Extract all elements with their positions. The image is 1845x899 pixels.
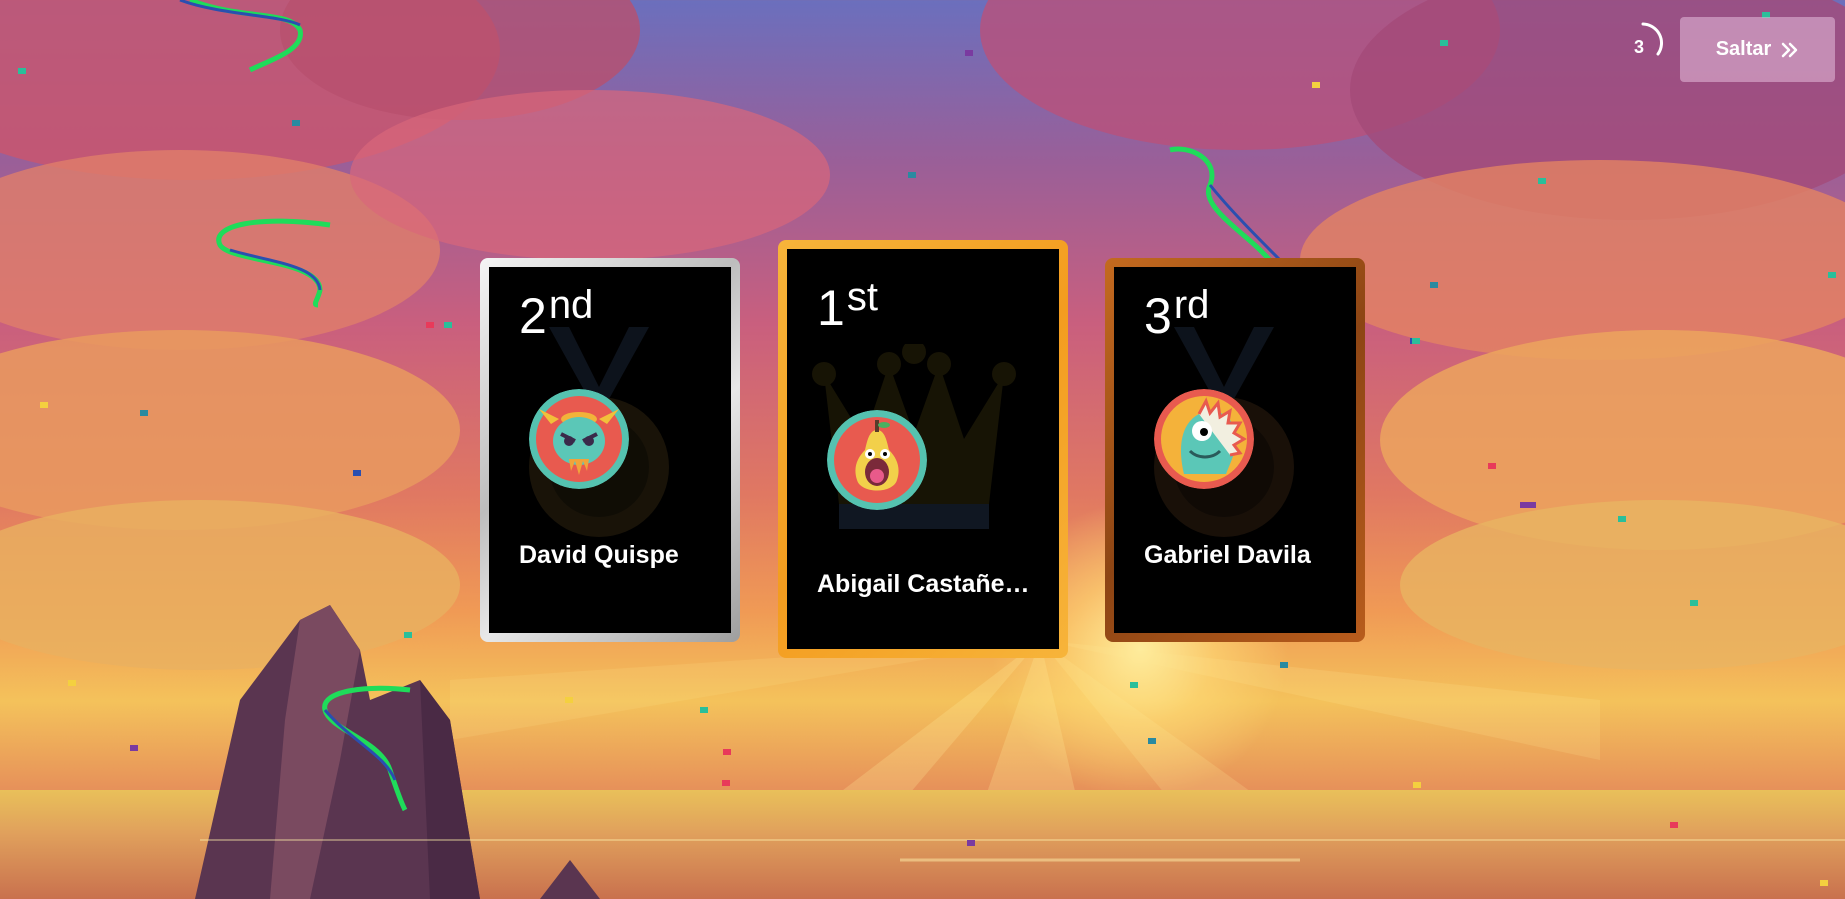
rank-label: 3rd [1144,283,1210,344]
player-avatar [1154,389,1254,489]
player-avatar [827,410,927,510]
dinosaur-monster-icon [1154,389,1254,489]
countdown-timer: 3 [1620,20,1666,66]
podium-card-third: 3rd Gabriel Davila [1105,258,1365,642]
player-name: David Quispe [519,541,679,569]
skip-button-label: Saltar [1715,38,1772,60]
player-name: Gabriel Davila [1144,541,1311,569]
horned-skull-monster-icon [529,389,629,489]
podium-card-first: 1st Abigail Castañe… [778,240,1068,658]
double-chevron-right-icon [1782,42,1798,57]
player-avatar [529,389,629,489]
player-name: Abigail Castañe… [817,570,1030,598]
pear-monster-icon [827,410,927,510]
skip-button[interactable]: Saltar [1680,17,1835,82]
countdown-value: 3 [1633,36,1644,57]
podium-card-second: 2nd David Quispe [480,258,740,642]
rank-label: 1st [817,275,878,336]
rank-label: 2nd [519,283,594,344]
